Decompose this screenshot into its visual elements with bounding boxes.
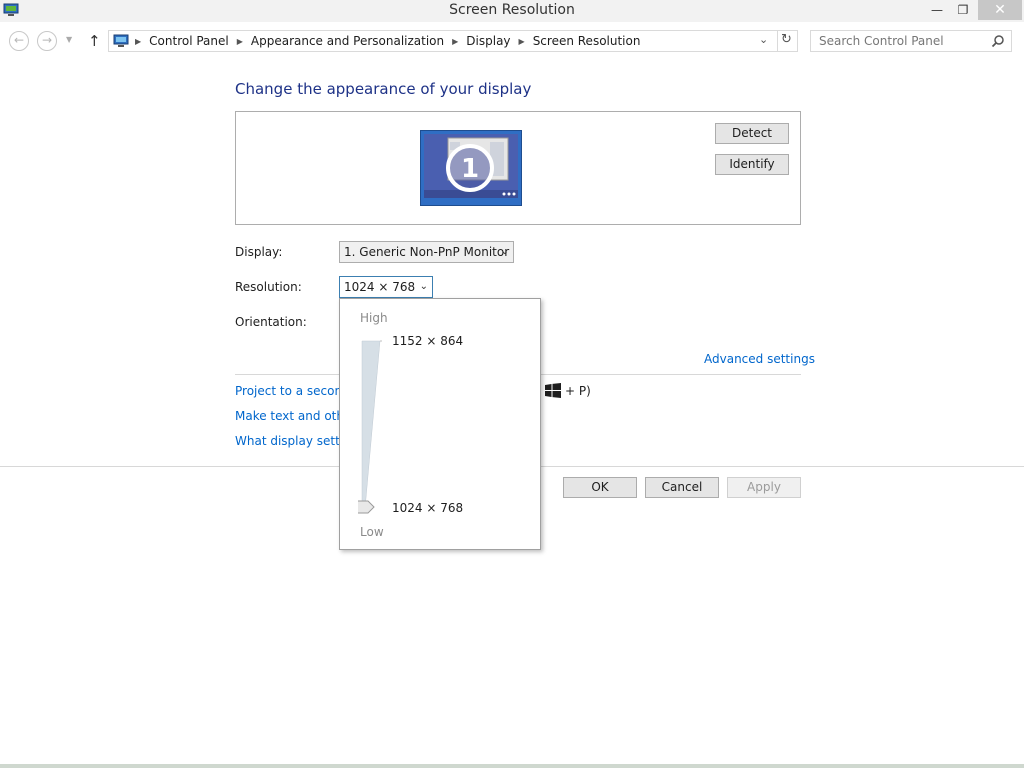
detect-button[interactable]: Detect bbox=[715, 123, 789, 144]
refresh-button[interactable]: ↻ bbox=[781, 32, 792, 47]
resolution-label: Resolution: bbox=[235, 280, 302, 294]
chevron-down-icon: ⌄ bbox=[419, 281, 428, 292]
orientation-label: Orientation: bbox=[235, 315, 307, 329]
resolution-low-label: Low bbox=[360, 525, 384, 539]
minimize-button[interactable]: — bbox=[924, 0, 950, 20]
search-placeholder: Search Control Panel bbox=[819, 34, 944, 48]
identify-button[interactable]: Identify bbox=[715, 154, 789, 175]
project-second-screen-link[interactable]: Project to a second bbox=[235, 384, 350, 398]
breadcrumb: ▶ Control Panel ▶ Appearance and Persona… bbox=[133, 34, 646, 48]
shortcut-text: + P) bbox=[565, 383, 591, 398]
cancel-button[interactable]: Cancel bbox=[645, 477, 719, 498]
search-input[interactable]: Search Control Panel bbox=[810, 30, 1012, 52]
page-title: Change the appearance of your display bbox=[235, 80, 532, 98]
forward-button[interactable]: → bbox=[37, 31, 57, 51]
monitor-number: 1 bbox=[461, 154, 479, 184]
back-button[interactable]: ← bbox=[9, 31, 29, 51]
breadcrumb-screen-resolution[interactable]: Screen Resolution bbox=[533, 34, 641, 48]
windows-logo-icon bbox=[545, 383, 561, 398]
chevron-right-icon[interactable]: ▶ bbox=[519, 37, 525, 46]
breadcrumb-appearance[interactable]: Appearance and Personalization bbox=[251, 34, 444, 48]
search-icon[interactable] bbox=[991, 34, 1005, 48]
restore-button[interactable]: ❐ bbox=[950, 0, 976, 20]
display-label: Display: bbox=[235, 245, 283, 259]
recent-locations-dropdown[interactable]: ▼ bbox=[66, 35, 72, 44]
advanced-settings-link[interactable]: Advanced settings bbox=[704, 352, 815, 366]
apply-button[interactable]: Apply bbox=[727, 477, 801, 498]
keyboard-shortcut-hint: + P) bbox=[545, 383, 591, 398]
resolution-dropdown[interactable]: High 1152 × 864 1024 × 768 Low bbox=[339, 298, 541, 550]
up-button[interactable]: ↑ bbox=[88, 32, 101, 50]
chevron-right-icon[interactable]: ▶ bbox=[452, 37, 458, 46]
display-select-value: 1. Generic Non-PnP Monitor bbox=[344, 245, 510, 259]
resolution-slider-thumb[interactable] bbox=[358, 500, 375, 514]
display-select[interactable]: 1. Generic Non-PnP Monitor ⌄ bbox=[339, 241, 514, 263]
chevron-down-icon: ⌄ bbox=[500, 246, 509, 257]
address-bar[interactable]: ▶ Control Panel ▶ Appearance and Persona… bbox=[108, 30, 798, 52]
resolution-high-label: High bbox=[360, 311, 388, 325]
resolution-max-value[interactable]: 1152 × 864 bbox=[392, 334, 463, 348]
display-preview-panel: 1 Detect Identify bbox=[235, 111, 801, 225]
chevron-right-icon[interactable]: ▶ bbox=[135, 37, 141, 46]
close-button[interactable]: ✕ bbox=[978, 0, 1022, 20]
title-bar: Screen Resolution — ❐ ✕ bbox=[0, 0, 1024, 22]
address-history-dropdown[interactable]: ⌄ bbox=[759, 33, 768, 46]
control-panel-icon bbox=[113, 34, 129, 47]
address-divider bbox=[777, 31, 778, 51]
resolution-current-value[interactable]: 1024 × 768 bbox=[392, 501, 463, 515]
navigation-bar: ← → ▼ ↑ ▶ Control Panel ▶ Appearance and… bbox=[0, 26, 1024, 56]
breadcrumb-control-panel[interactable]: Control Panel bbox=[149, 34, 229, 48]
window-title: Screen Resolution bbox=[449, 2, 575, 18]
chevron-right-icon[interactable]: ▶ bbox=[237, 37, 243, 46]
breadcrumb-display[interactable]: Display bbox=[466, 34, 510, 48]
resolution-select[interactable]: 1024 × 768 ⌄ bbox=[339, 276, 433, 298]
resolution-slider[interactable] bbox=[358, 337, 382, 515]
taskbar-edge bbox=[0, 764, 1024, 768]
monitor-1-icon[interactable]: 1 bbox=[420, 130, 522, 206]
ok-button[interactable]: OK bbox=[563, 477, 637, 498]
resolution-select-value: 1024 × 768 bbox=[344, 280, 416, 294]
